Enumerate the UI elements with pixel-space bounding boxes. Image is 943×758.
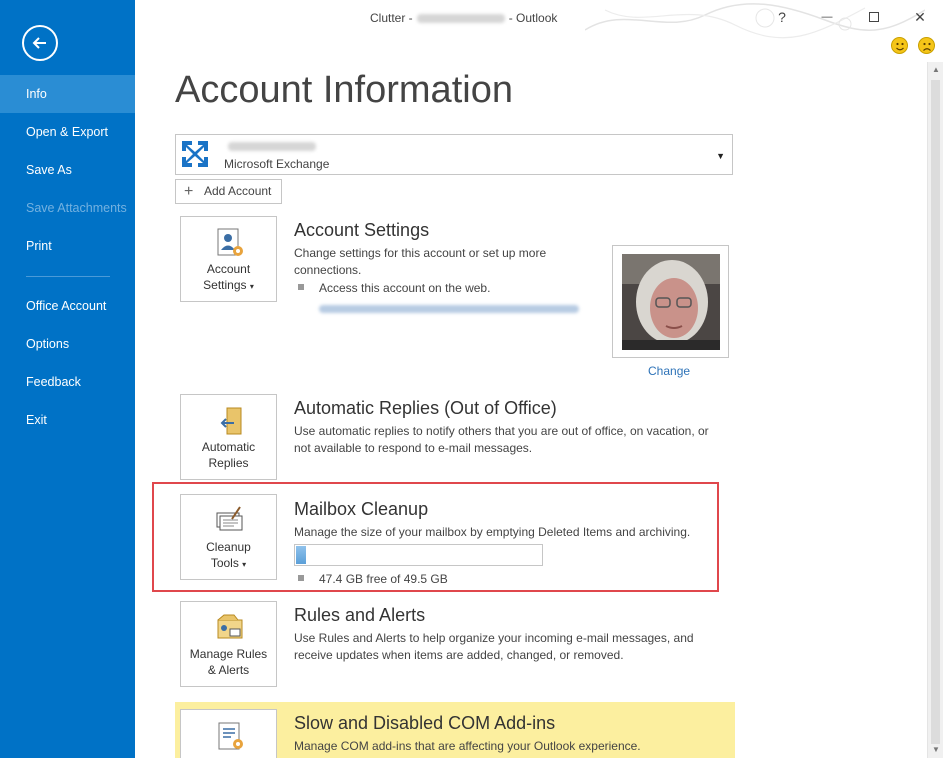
redacted-email [416, 14, 505, 24]
maximize-button[interactable] [864, 7, 884, 27]
caret-down-icon: ▾ [249, 282, 254, 291]
window-title-prefix: Clutter - [370, 11, 413, 25]
account-type: Microsoft Exchange [224, 157, 330, 171]
tile-label-line2: Tools ▾ [181, 555, 276, 573]
rules-alerts-title: Rules and Alerts [294, 605, 426, 625]
nav-print[interactable]: Print [0, 227, 135, 265]
plus-icon: + [184, 183, 194, 200]
automatic-replies-tile-label: Automatic Replies [181, 439, 276, 471]
redacted-account-email [228, 142, 316, 151]
nav-save-as[interactable]: Save As [0, 151, 135, 189]
mailbox-free-space: 47.4 GB free of 49.5 GB [319, 572, 448, 586]
rules-alerts-desc: Use Rules and Alerts to help organize yo… [294, 631, 694, 662]
caret-down-icon: ▾ [242, 560, 247, 569]
com-addins-icon [218, 722, 243, 750]
mailbox-usage-fill [296, 546, 306, 564]
send-smile-icon[interactable] [891, 37, 908, 54]
manage-com-addins-button[interactable] [180, 709, 277, 758]
profile-photo-image [622, 254, 720, 350]
close-button[interactable]: ✕ [910, 7, 930, 27]
nav-feedback[interactable]: Feedback [0, 363, 135, 401]
send-frown-icon[interactable] [918, 37, 935, 54]
change-photo-link[interactable]: Change [648, 364, 690, 378]
add-account-button[interactable]: + Add Account [175, 179, 282, 204]
nav-info[interactable]: Info [0, 75, 135, 113]
cleanup-tools-tile-label: Cleanup Tools ▾ [181, 539, 276, 573]
tile-label-line2: & Alerts [207, 663, 250, 677]
scroll-down-icon[interactable]: ▼ [928, 742, 943, 758]
tile-label-line2: Settings ▾ [181, 277, 276, 295]
account-settings-button[interactable]: Account Settings ▾ [180, 216, 277, 302]
backstage-sidebar: Info Open & Export Save As Save Attachme… [0, 0, 135, 758]
mailbox-usage-bar [294, 544, 543, 566]
mailbox-cleanup-title: Mailbox Cleanup [294, 499, 429, 519]
nav-save-attachments: Save Attachments [26, 201, 127, 215]
minimize-button[interactable]: — [817, 7, 837, 27]
com-addins-desc: Manage COM add-ins that are affecting yo… [294, 739, 641, 753]
nav-exit[interactable]: Exit [0, 401, 135, 439]
scroll-up-icon[interactable]: ▲ [928, 62, 943, 78]
arrow-left-icon [32, 37, 46, 49]
redacted-web-link[interactable] [319, 305, 579, 313]
automatic-replies-title: Automatic Replies (Out of Office) [294, 398, 557, 418]
cleanup-tools-button[interactable]: Cleanup Tools ▾ [180, 494, 277, 580]
window-title-suffix: - Outlook [508, 11, 558, 25]
exchange-icon [180, 139, 210, 169]
help-button[interactable]: ? [772, 7, 792, 27]
automatic-replies-desc: Use automatic replies to notify others t… [294, 424, 709, 455]
account-settings-desc: Change settings for this account or set … [294, 246, 547, 277]
add-account-label: Add Account [204, 184, 272, 198]
mailbox-cleanup-desc: Manage the size of your mailbox by empty… [294, 525, 691, 539]
web-access-text: Access this account on the web. [319, 281, 491, 295]
person-photo-icon [622, 254, 720, 350]
account-settings-tile-label: Account Settings ▾ [181, 261, 276, 295]
nav-open-export[interactable]: Open & Export [0, 113, 135, 151]
tile-label-line1: Manage Rules [189, 647, 268, 661]
window-title: Clutter - - Outlook [370, 11, 557, 25]
tile-label-text: Tools [210, 556, 239, 570]
title-bar: Clutter - - Outlook ? — ✕ [135, 0, 943, 39]
com-addins-title: Slow and Disabled COM Add-ins [294, 713, 556, 733]
cleanup-tools-icon [216, 506, 243, 531]
page-title: Account Information [175, 69, 513, 111]
tile-label-line1: Cleanup [206, 540, 251, 554]
tile-label-line1: Account [206, 262, 251, 276]
nav-office-account[interactable]: Office Account [0, 287, 135, 325]
manage-rules-alerts-button[interactable]: Manage Rules & Alerts [180, 601, 277, 687]
bullet-icon [298, 284, 304, 290]
bullet-icon [298, 575, 304, 581]
tile-label-line2: Replies [208, 456, 249, 470]
account-selector[interactable]: Microsoft Exchange ▼ [175, 134, 733, 175]
tile-label-text: Settings [203, 278, 247, 292]
back-button[interactable] [22, 25, 58, 61]
automatic-replies-button[interactable]: Automatic Replies [180, 394, 277, 480]
tile-label-line1: Automatic [201, 440, 256, 454]
maximize-icon [869, 12, 879, 22]
profile-photo [612, 245, 729, 358]
account-settings-title: Account Settings [294, 220, 430, 240]
nav-options[interactable]: Options [0, 325, 135, 363]
scroll-thumb[interactable] [931, 80, 940, 744]
chevron-down-icon: ▼ [716, 151, 725, 161]
manage-rules-tile-label: Manage Rules & Alerts [181, 646, 276, 678]
vertical-scrollbar[interactable]: ▲ ▼ [927, 62, 943, 758]
automatic-replies-icon [220, 407, 242, 435]
account-settings-icon [217, 228, 243, 256]
nav-divider [26, 276, 110, 277]
rules-alerts-icon [217, 614, 243, 639]
